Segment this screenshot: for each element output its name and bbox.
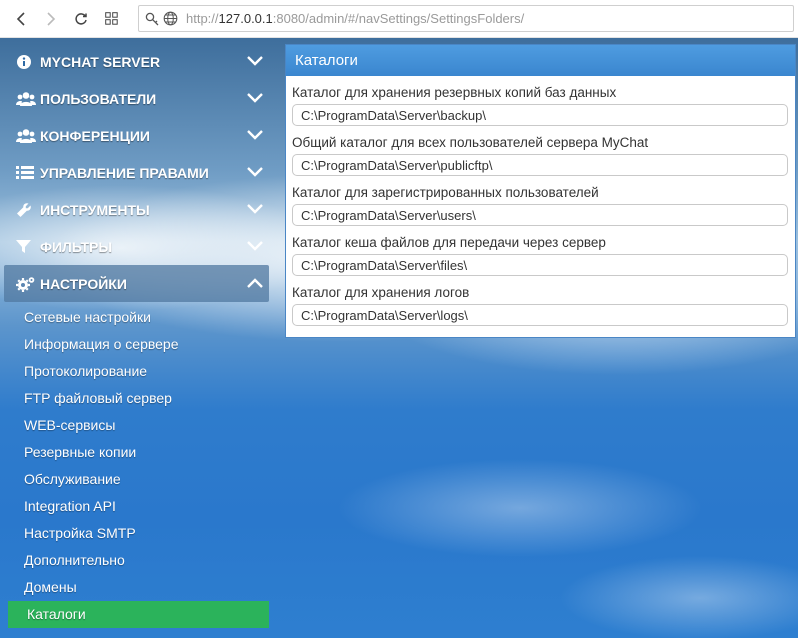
grid-icon <box>104 12 118 25</box>
chevron-down-icon <box>247 241 263 251</box>
menu-filters[interactable]: ФИЛЬТРЫ <box>0 228 273 265</box>
sidebar: MYCHAT SERVER ПОЛЬЗОВАТЕЛИ КОНФЕРЕНЦИИ У… <box>0 43 273 628</box>
settings-submenu: Сетевые настройки Информация о сервере П… <box>0 302 273 628</box>
submenu-ftp-server[interactable]: FTP файловый сервер <box>0 385 273 412</box>
back-icon <box>16 11 25 26</box>
backup-folder-input[interactable]: C:\ProgramData\Server\backup\ <box>292 104 788 126</box>
chevron-down-icon <box>247 204 263 214</box>
chevron-down-icon <box>247 130 263 140</box>
conference-icon <box>16 128 36 144</box>
menu-label: НАСТРОЙКИ <box>40 275 127 292</box>
menu-mychat-server[interactable]: MYCHAT SERVER <box>0 43 273 80</box>
users-icon <box>16 91 36 107</box>
gears-icon <box>16 276 36 292</box>
menu-users[interactable]: ПОЛЬЗОВАТЕЛИ <box>0 80 273 117</box>
submenu-integration-api[interactable]: Integration API <box>0 493 273 520</box>
wrench-icon <box>16 202 36 218</box>
submenu-logging[interactable]: Протоколирование <box>0 358 273 385</box>
forward-button[interactable] <box>40 8 62 30</box>
chevron-up-icon <box>247 278 263 288</box>
chevron-down-icon <box>247 93 263 103</box>
backup-folder-label: Каталог для хранения резервных копий баз… <box>292 85 617 100</box>
submenu-smtp-settings[interactable]: Настройка SMTP <box>0 520 273 547</box>
menu-label: ИНСТРУМЕНТЫ <box>40 201 150 218</box>
app-background: MYCHAT SERVER ПОЛЬЗОВАТЕЛИ КОНФЕРЕНЦИИ У… <box>0 38 798 638</box>
url-scheme: http:// <box>186 11 219 26</box>
reload-icon <box>75 12 87 25</box>
list-icon <box>16 165 36 181</box>
menu-label: ФИЛЬТРЫ <box>40 238 113 255</box>
submenu-additional[interactable]: Дополнительно <box>0 547 273 574</box>
url-path: :8080/admin/#/navSettings/SettingsFolder… <box>272 11 525 26</box>
submenu-backups[interactable]: Резервные копии <box>0 439 273 466</box>
submenu-network-settings[interactable]: Сетевые настройки <box>0 304 273 331</box>
url-host: 127.0.0.1 <box>218 11 273 26</box>
submenu-maintenance[interactable]: Обслуживание <box>0 466 273 493</box>
folders-panel: Каталоги Каталог для хранения резервных … <box>285 44 796 338</box>
menu-label: ПОЛЬЗОВАТЕЛИ <box>40 90 157 107</box>
address-bar[interactable]: http://127.0.0.1:8080/admin/#/navSetting… <box>138 5 794 32</box>
menu-conferences[interactable]: КОНФЕРЕНЦИИ <box>0 117 273 154</box>
submenu-domains[interactable]: Домены <box>0 574 273 601</box>
users-folder-label: Каталог для зарегистрированных пользоват… <box>292 185 599 200</box>
apps-grid-button[interactable] <box>100 8 122 30</box>
menu-tools[interactable]: ИНСТРУМЕНТЫ <box>0 191 273 228</box>
panel-body: Каталог для хранения резервных копий баз… <box>286 76 795 326</box>
public-ftp-folder-input[interactable]: C:\ProgramData\Server\publicftp\ <box>292 154 788 176</box>
menu-permissions[interactable]: УПРАВЛЕНИЕ ПРАВАМИ <box>0 154 273 191</box>
files-cache-folder-input[interactable]: C:\ProgramData\Server\files\ <box>292 254 788 276</box>
forward-icon <box>47 11 56 26</box>
menu-label: КОНФЕРЕНЦИИ <box>40 127 150 144</box>
reload-button[interactable] <box>70 8 92 30</box>
browser-toolbar: http://127.0.0.1:8080/admin/#/navSetting… <box>0 0 798 38</box>
menu-label: УПРАВЛЕНИЕ ПРАВАМИ <box>40 164 209 181</box>
submenu-web-services[interactable]: WEB-сервисы <box>0 412 273 439</box>
globe-icon <box>163 11 178 26</box>
submenu-folders[interactable]: Каталоги <box>8 601 269 628</box>
info-circle-icon <box>16 54 36 70</box>
chevron-down-icon <box>247 167 263 177</box>
public-ftp-folder-label: Общий каталог для всех пользователей сер… <box>292 135 649 150</box>
panel-title: Каталоги <box>286 45 795 76</box>
logs-folder-input[interactable]: C:\ProgramData\Server\logs\ <box>292 304 788 326</box>
submenu-server-info[interactable]: Информация о сервере <box>0 331 273 358</box>
key-icon <box>145 12 159 25</box>
filter-icon <box>16 239 36 255</box>
back-button[interactable] <box>10 8 32 30</box>
chevron-down-icon <box>247 56 263 66</box>
files-cache-folder-label: Каталог кеша файлов для передачи через с… <box>292 235 606 250</box>
menu-label: MYCHAT SERVER <box>40 53 161 70</box>
users-folder-input[interactable]: C:\ProgramData\Server\users\ <box>292 204 788 226</box>
logs-folder-label: Каталог для хранения логов <box>292 285 470 300</box>
menu-settings[interactable]: НАСТРОЙКИ <box>4 265 269 302</box>
